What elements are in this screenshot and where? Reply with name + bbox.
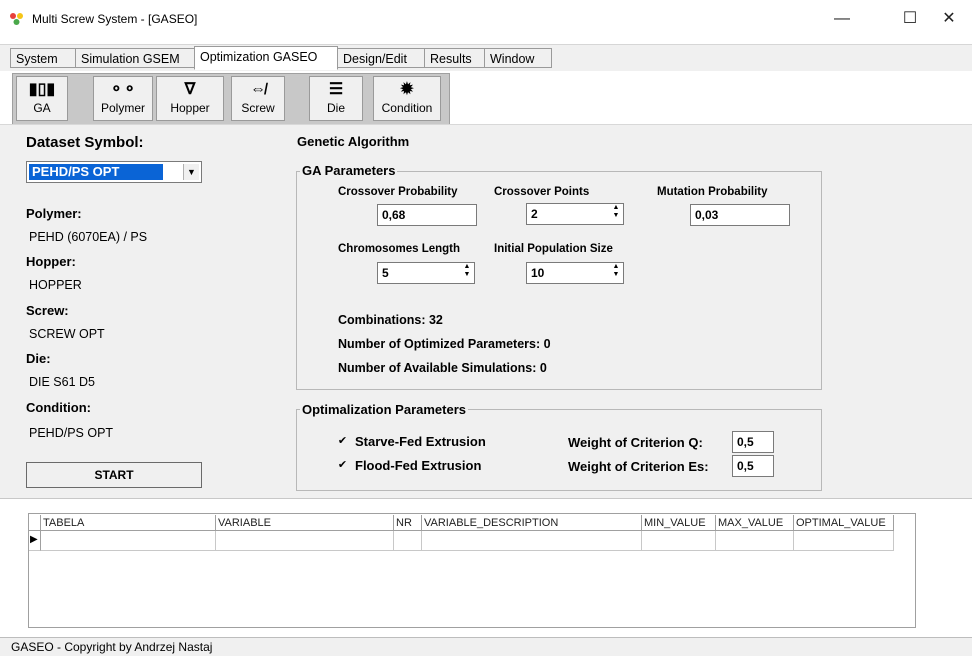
dataset-symbol-value: PEHD/PS OPT [29, 164, 163, 180]
column-header-optimal-value[interactable]: OPTIMAL_VALUE [794, 515, 894, 531]
crossover-points-label: Crossover Points [494, 186, 590, 198]
start-button[interactable]: START [26, 462, 202, 488]
ga-parameters-caption: GA Parameters [300, 163, 398, 178]
window-title: Multi Screw System - [GASEO] [32, 12, 198, 26]
status-text: GASEO - Copyright by Andrzej Nastaj [11, 640, 213, 654]
screw-button[interactable]: ⇎ Screw [231, 76, 285, 121]
screw-label: Screw [241, 101, 275, 115]
screw-icon: ⇎ [250, 81, 266, 98]
weight-es-label: Weight of Criterion Es: [568, 459, 709, 474]
table-cell[interactable] [794, 531, 894, 551]
hopper-button[interactable]: ∇ Hopper [156, 76, 224, 121]
row-pointer-icon: ▶ [30, 534, 38, 545]
crossover-probability-label: Crossover Probability [338, 186, 458, 198]
weight-q-input[interactable]: 0,5 [732, 431, 774, 453]
column-header-nr[interactable]: NR [394, 515, 422, 531]
polymer-icon: ⚬⚬ [109, 81, 137, 98]
chromosomes-length-label: Chromosomes Length [338, 243, 461, 255]
hopper-icon: ∇ [184, 81, 196, 98]
die-value: DIE S61 D5 [29, 375, 96, 389]
table-cell[interactable] [642, 531, 716, 551]
column-header-variable[interactable]: VARIABLE [216, 515, 394, 531]
table-cell[interactable] [716, 531, 794, 551]
ga-icon: ▮▯▮ [28, 81, 56, 98]
initial-population-label: Initial Population Size [494, 243, 613, 255]
column-header-max-value[interactable]: MAX_VALUE [716, 515, 794, 531]
minimize-button[interactable]: — [819, 8, 865, 30]
weight-es-input[interactable]: 0,5 [732, 455, 774, 477]
hopper-label: Hopper [170, 101, 210, 115]
flood-fed-checkbox[interactable]: ✔ Flood-Fed Extrusion [337, 458, 517, 474]
hopper-caption: Hopper: [26, 254, 76, 269]
crossover-probability-input[interactable]: 0,68 [377, 204, 477, 226]
optimized-params-text: Number of Optimized Parameters: 0 [338, 337, 551, 351]
column-header-min-value[interactable]: MIN_VALUE [642, 515, 716, 531]
screw-caption: Screw: [26, 303, 69, 318]
condition-value: PEHD/PS OPT [29, 426, 114, 440]
die-button[interactable]: ☰ Die [309, 76, 363, 121]
weight-q-label: Weight of Criterion Q: [568, 435, 703, 450]
polymer-button[interactable]: ⚬⚬ Polymer [93, 76, 153, 121]
table-cell[interactable] [216, 531, 394, 551]
column-header-variable-description[interactable]: VARIABLE_DESCRIPTION [422, 515, 642, 531]
hopper-value: HOPPER [29, 278, 82, 292]
tab-optimization-gaseo[interactable]: Optimization GASEO [194, 46, 338, 70]
table-cell[interactable] [41, 531, 216, 551]
tab-window[interactable]: Window [484, 48, 552, 68]
tab-simulation-gsem[interactable]: Simulation GSEM [75, 48, 195, 68]
optimalization-parameters-caption: Optimalization Parameters [300, 402, 468, 417]
tab-design-edit[interactable]: Design/Edit [337, 48, 425, 68]
table-cell[interactable] [394, 531, 422, 551]
checkmark-icon: ✔ [337, 435, 348, 447]
spin-arrows-icon[interactable]: ▲ ▼ [609, 263, 623, 281]
available-sims-text: Number of Available Simulations: 0 [338, 361, 547, 375]
ga-button[interactable]: ▮▯▮ GA [16, 76, 68, 121]
die-caption: Die: [26, 351, 51, 366]
polymer-value: PEHD (6070EA) / PS [29, 230, 148, 244]
dataset-symbol-select[interactable]: PEHD/PS OPT ▼ [26, 161, 202, 183]
combinations-text: Combinations: 32 [338, 313, 443, 327]
die-label: Die [326, 101, 345, 115]
chromosomes-length-stepper[interactable]: 5 ▲ ▼ [377, 262, 475, 284]
app-icon [10, 13, 23, 25]
genetic-algorithm-title: Genetic Algorithm [297, 134, 410, 149]
condition-caption: Condition: [26, 400, 91, 415]
initial-population-stepper[interactable]: 10 ▲ ▼ [526, 262, 624, 284]
condition-button[interactable]: ✹ Condition [373, 76, 441, 121]
polymer-caption: Polymer: [26, 206, 82, 221]
table-cell[interactable] [422, 531, 642, 551]
crossover-points-stepper[interactable]: 2 ▲ ▼ [526, 203, 624, 225]
gear-icon: ✹ [400, 81, 414, 98]
column-header-tabela[interactable]: TABELA [41, 515, 216, 531]
starve-fed-label: Starve-Fed Extrusion [355, 434, 486, 449]
dataset-symbol-label: Dataset Symbol: [26, 134, 144, 151]
screw-value: SCREW OPT [29, 327, 105, 341]
row-indicator: ▶ [29, 531, 41, 551]
spin-arrows-icon[interactable]: ▲ ▼ [460, 263, 474, 281]
starve-fed-checkbox[interactable]: ✔ Starve-Fed Extrusion [337, 434, 517, 450]
grid-corner [29, 515, 41, 531]
flood-fed-label: Flood-Fed Extrusion [355, 458, 482, 473]
die-icon: ☰ [328, 81, 344, 98]
condition-label: Condition [381, 101, 433, 115]
polymer-label: Polymer [100, 101, 145, 115]
tab-results[interactable]: Results [424, 48, 485, 68]
close-button[interactable]: ✕ [926, 8, 972, 30]
checkmark-icon: ✔ [337, 459, 348, 471]
mutation-probability-label: Mutation Probability [657, 186, 768, 198]
mutation-probability-input[interactable]: 0,03 [690, 204, 790, 226]
spin-arrows-icon[interactable]: ▲ ▼ [609, 204, 623, 222]
ga-label: GA [33, 101, 51, 115]
tab-system[interactable]: System [10, 48, 76, 68]
chevron-down-icon[interactable]: ▼ [183, 164, 199, 180]
